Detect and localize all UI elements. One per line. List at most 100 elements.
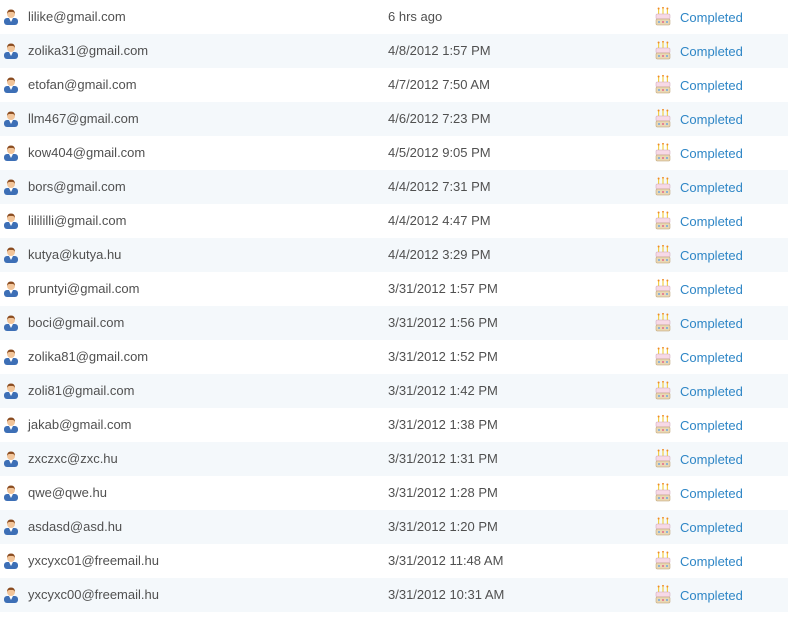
user-icon <box>4 417 18 433</box>
user-email: qwe@qwe.hu <box>28 485 107 500</box>
timestamp: 4/4/2012 3:29 PM <box>388 247 491 262</box>
birthday-cake-icon <box>655 211 671 230</box>
list-item: llm467@gmail.com 4/6/2012 7:23 PM Comple… <box>0 102 788 136</box>
list-item: zxczxc@zxc.hu 3/31/2012 1:31 PM Complete… <box>0 442 788 476</box>
user-email: kutya@kutya.hu <box>28 247 122 262</box>
birthday-cake-icon <box>655 279 671 298</box>
list-item: lilililli@gmail.com 4/4/2012 4:47 PM Com… <box>0 204 788 238</box>
user-email: llm467@gmail.com <box>28 111 139 126</box>
birthday-cake-icon <box>655 551 671 570</box>
birthday-cake-icon <box>655 415 671 434</box>
birthday-cake-icon <box>655 75 671 94</box>
birthday-cake-icon <box>655 41 671 60</box>
timestamp: 3/31/2012 1:20 PM <box>388 519 498 534</box>
user-icon <box>4 145 18 161</box>
list-item: yxcyxc00@freemail.hu 3/31/2012 10:31 AM … <box>0 578 788 612</box>
user-email: asdasd@asd.hu <box>28 519 123 534</box>
user-icon <box>4 383 18 399</box>
timestamp: 3/31/2012 1:56 PM <box>388 315 498 330</box>
status-link[interactable]: Completed <box>680 78 743 94</box>
user-icon <box>4 281 18 297</box>
user-icon <box>4 247 18 263</box>
list-item: etofan@gmail.com 4/7/2012 7:50 AM Comple… <box>0 68 788 102</box>
status-link[interactable]: Completed <box>680 248 743 264</box>
status-link[interactable]: Completed <box>680 282 743 298</box>
timestamp: 3/31/2012 1:31 PM <box>388 451 498 466</box>
timestamp: 4/7/2012 7:50 AM <box>388 77 490 92</box>
list-item: yxcyxc01@freemail.hu 3/31/2012 11:48 AM … <box>0 544 788 578</box>
list-item: zolika81@gmail.com 3/31/2012 1:52 PM Com… <box>0 340 788 374</box>
birthday-cake-icon <box>655 245 671 264</box>
user-email: zxczxc@zxc.hu <box>28 451 118 466</box>
status-link[interactable]: Completed <box>680 44 743 60</box>
list-item: kutya@kutya.hu 4/4/2012 3:29 PM Complete… <box>0 238 788 272</box>
status-link[interactable]: Completed <box>680 486 743 502</box>
status-link[interactable]: Completed <box>680 350 743 366</box>
user-icon <box>4 43 18 59</box>
birthday-cake-icon <box>655 449 671 468</box>
user-icon <box>4 77 18 93</box>
user-email: zoli81@gmail.com <box>28 383 135 398</box>
status-link[interactable]: Completed <box>680 418 743 434</box>
user-email: zolika31@gmail.com <box>28 43 149 58</box>
status-link[interactable]: Completed <box>680 452 743 468</box>
user-icon <box>4 315 18 331</box>
user-icon <box>4 349 18 365</box>
status-link[interactable]: Completed <box>680 10 743 26</box>
birthday-cake-icon <box>655 585 671 604</box>
status-link[interactable]: Completed <box>680 316 743 332</box>
timestamp: 3/31/2012 1:57 PM <box>388 281 498 296</box>
status-link[interactable]: Completed <box>680 554 743 570</box>
timestamp: 4/5/2012 9:05 PM <box>388 145 491 160</box>
timestamp: 4/8/2012 1:57 PM <box>388 43 491 58</box>
timestamp: 3/31/2012 1:52 PM <box>388 349 498 364</box>
user-email: boci@gmail.com <box>28 315 125 330</box>
user-email: kow404@gmail.com <box>28 145 146 160</box>
user-icon <box>4 213 18 229</box>
timestamp: 6 hrs ago <box>388 9 443 24</box>
status-link[interactable]: Completed <box>680 588 743 604</box>
list-item: pruntyi@gmail.com 3/31/2012 1:57 PM Comp… <box>0 272 788 306</box>
status-link[interactable]: Completed <box>680 180 743 196</box>
user-email: etofan@gmail.com <box>28 77 137 92</box>
user-icon <box>4 9 18 25</box>
status-link[interactable]: Completed <box>680 520 743 536</box>
list-item: lilike@gmail.com 6 hrs ago Completed <box>0 0 788 34</box>
user-email: yxcyxc01@freemail.hu <box>28 553 159 568</box>
list-item: jakab@gmail.com 3/31/2012 1:38 PM Comple… <box>0 408 788 442</box>
timestamp: 4/4/2012 7:31 PM <box>388 179 491 194</box>
user-email: zolika81@gmail.com <box>28 349 149 364</box>
timestamp: 3/31/2012 10:31 AM <box>388 587 505 602</box>
birthday-cake-icon <box>655 143 671 162</box>
user-icon <box>4 519 18 535</box>
user-icon <box>4 485 18 501</box>
user-email: bors@gmail.com <box>28 179 126 194</box>
list-item: zolika31@gmail.com 4/8/2012 1:57 PM Comp… <box>0 34 788 68</box>
status-link[interactable]: Completed <box>680 112 743 128</box>
user-email: jakab@gmail.com <box>28 417 132 432</box>
list-item: asdasd@asd.hu 3/31/2012 1:20 PM Complete… <box>0 510 788 544</box>
timestamp: 4/6/2012 7:23 PM <box>388 111 491 126</box>
status-link[interactable]: Completed <box>680 214 743 230</box>
birthday-cake-icon <box>655 313 671 332</box>
user-icon <box>4 111 18 127</box>
list-item: boci@gmail.com 3/31/2012 1:56 PM Complet… <box>0 306 788 340</box>
list-item: qwe@qwe.hu 3/31/2012 1:28 PM Completed <box>0 476 788 510</box>
list-item: zoli81@gmail.com 3/31/2012 1:42 PM Compl… <box>0 374 788 408</box>
birthday-cake-icon <box>655 483 671 502</box>
list-item: bors@gmail.com 4/4/2012 7:31 PM Complete… <box>0 170 788 204</box>
birthday-cake-icon <box>655 347 671 366</box>
timestamp: 3/31/2012 1:42 PM <box>388 383 498 398</box>
birthday-cake-icon <box>655 517 671 536</box>
status-link[interactable]: Completed <box>680 146 743 162</box>
birthday-cake-icon <box>655 7 671 26</box>
timestamp: 4/4/2012 4:47 PM <box>388 213 491 228</box>
birthday-cake-icon <box>655 109 671 128</box>
birthday-cake-icon <box>655 177 671 196</box>
user-icon <box>4 553 18 569</box>
list-item: kow404@gmail.com 4/5/2012 9:05 PM Comple… <box>0 136 788 170</box>
user-email: lilike@gmail.com <box>28 9 126 24</box>
user-icon <box>4 179 18 195</box>
status-link[interactable]: Completed <box>680 384 743 400</box>
user-email: yxcyxc00@freemail.hu <box>28 587 159 602</box>
